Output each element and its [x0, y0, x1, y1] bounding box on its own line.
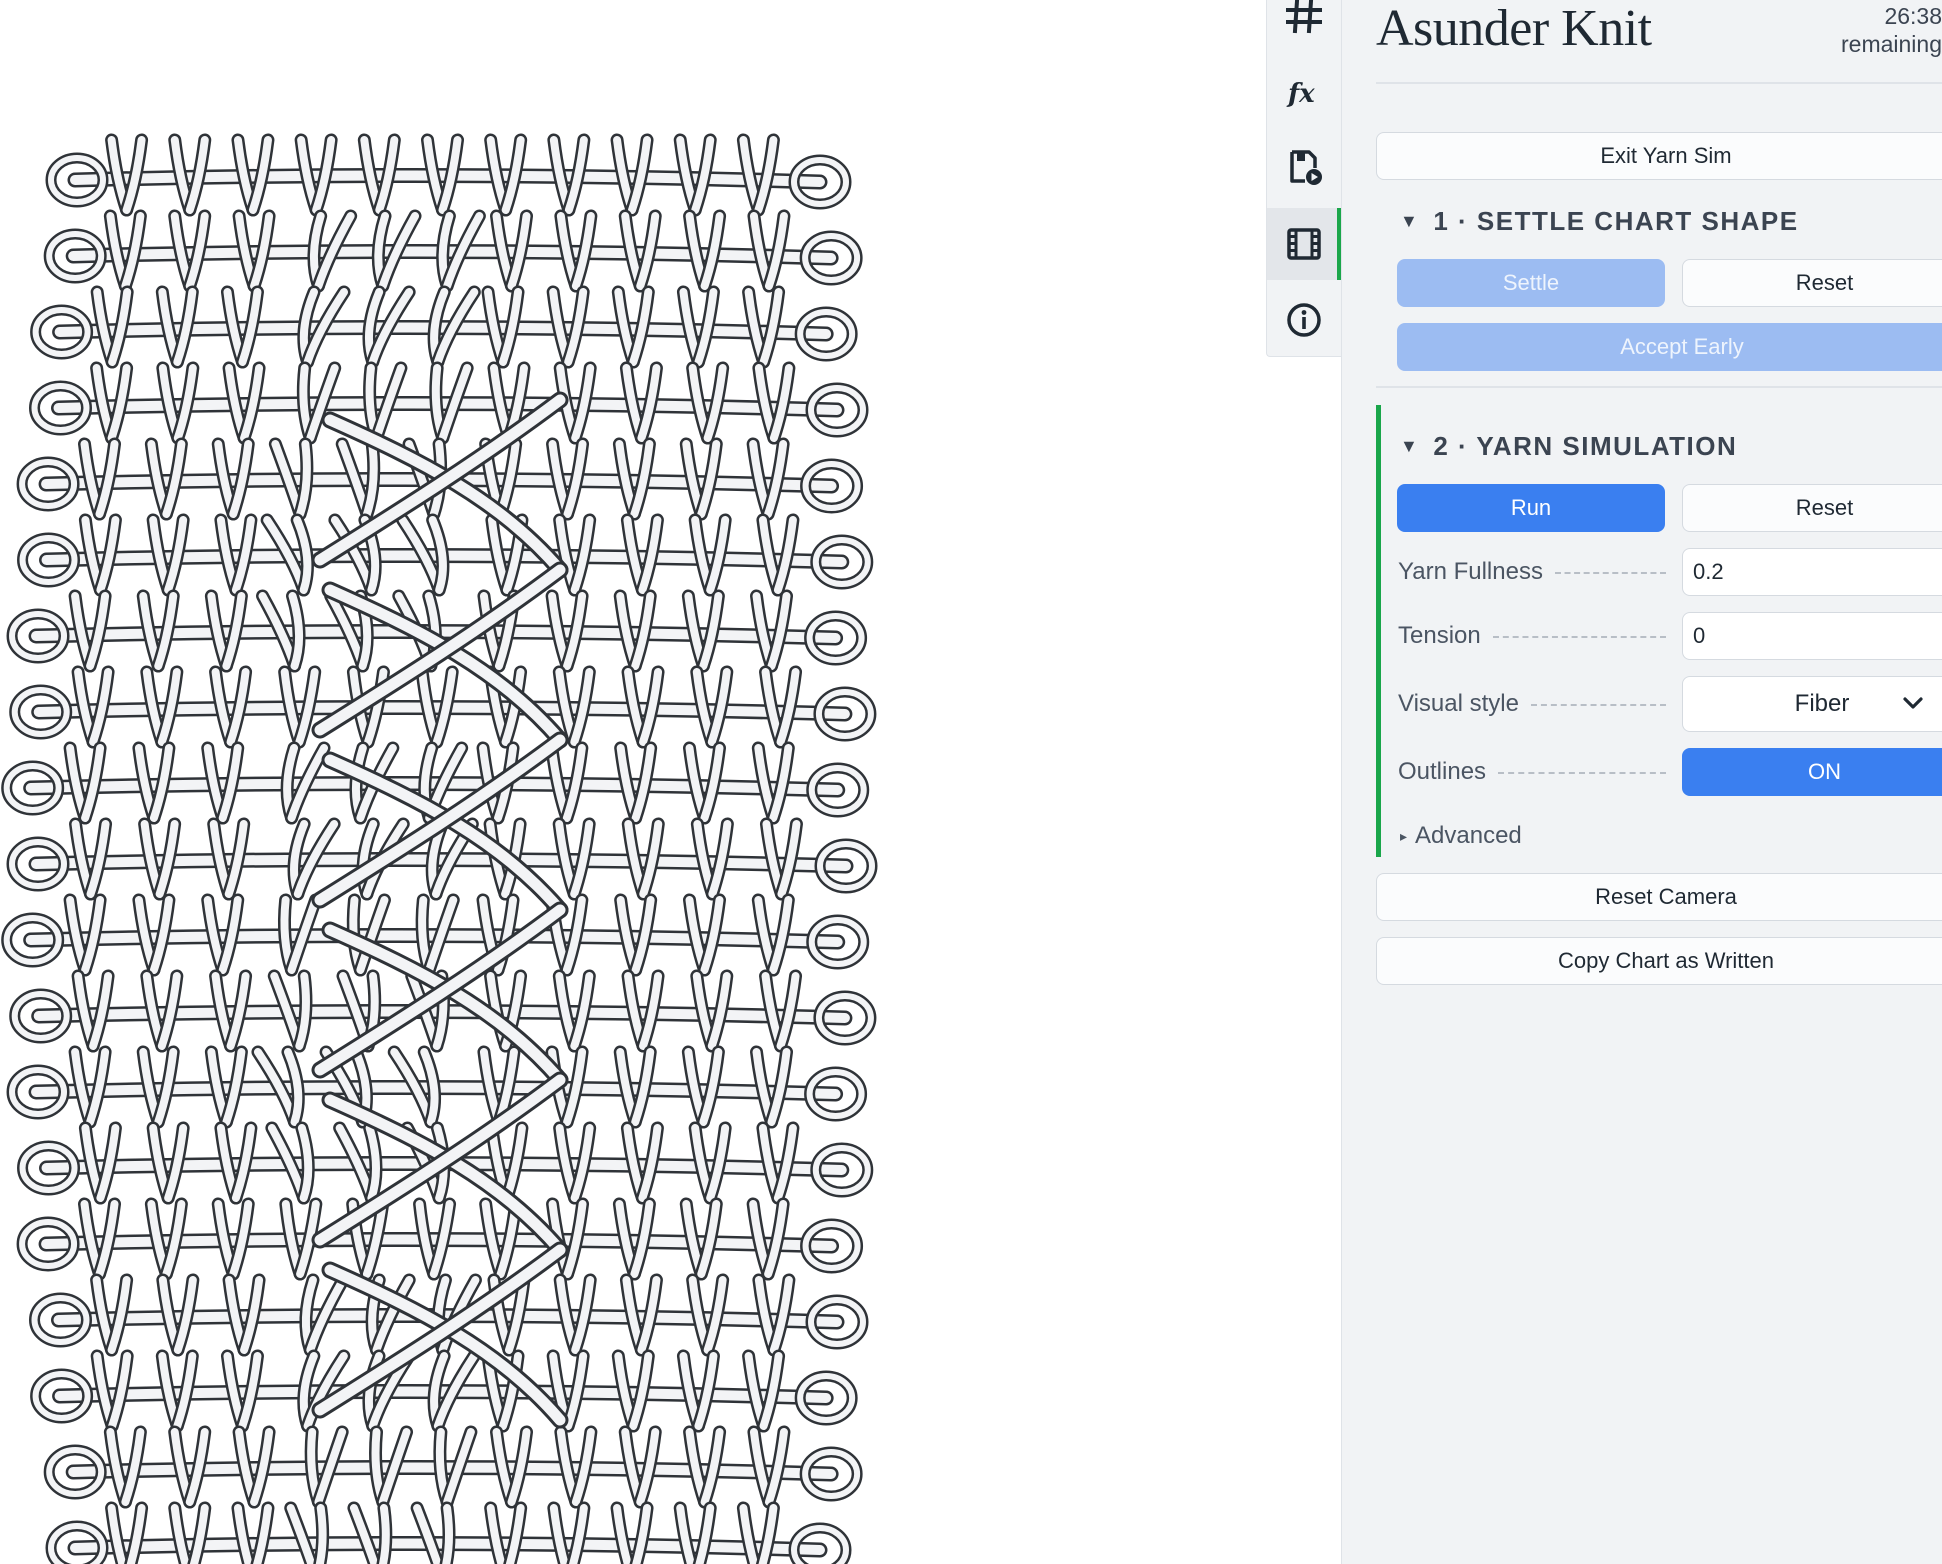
chevron-down-icon — [1903, 697, 1923, 709]
info-tool-button[interactable] — [1267, 284, 1341, 356]
collapse-arrow-icon: ▼ — [1400, 436, 1420, 456]
settle-reset-button[interactable]: Reset — [1682, 259, 1942, 307]
active-section-indicator — [1376, 405, 1381, 857]
svg-text:fx: fx — [1286, 79, 1315, 109]
accept-early-button[interactable]: Accept Early — [1397, 323, 1942, 371]
knit-swatch-render — [1, 133, 878, 1564]
sim-reset-button[interactable]: Reset — [1682, 484, 1942, 532]
outlines-toggle[interactable]: ON — [1682, 748, 1942, 796]
yarn-sim-section-header[interactable]: ▼ 2 · YARN SIMULATION — [1400, 431, 1737, 462]
timer-value: 26:38 — [1884, 3, 1942, 29]
grid-tool-button[interactable] — [1267, 0, 1341, 52]
yarn-fullness-label: Yarn Fullness — [1398, 548, 1666, 596]
tension-input[interactable] — [1682, 612, 1942, 660]
yarn-sim-viewport[interactable] — [0, 0, 1266, 1564]
film-tool-button[interactable] — [1267, 208, 1342, 280]
advanced-label: Advanced — [1415, 822, 1522, 849]
app-title: Asunder Knit — [1376, 0, 1652, 57]
tool-sidebar: fx — [1266, 0, 1342, 357]
function-icon: fx — [1286, 79, 1315, 109]
save-play-icon — [1290, 150, 1322, 185]
timer-label: remaining — [1841, 31, 1942, 57]
copy-chart-button[interactable]: Copy Chart as Written — [1376, 937, 1942, 985]
visual-style-label: Visual style — [1398, 680, 1666, 728]
outlines-label: Outlines — [1398, 748, 1666, 796]
settle-section-title: 1 · SETTLE CHART SHAPE — [1433, 206, 1799, 236]
title-divider — [1376, 82, 1942, 84]
yarn-sim-section-title: 2 · YARN SIMULATION — [1433, 431, 1738, 461]
session-timer: 26:38 remaining — [1841, 2, 1942, 58]
visual-style-value: Fiber — [1794, 690, 1850, 717]
exit-yarn-sim-button[interactable]: Exit Yarn Sim — [1376, 132, 1942, 180]
formula-tool-button[interactable]: fx — [1267, 56, 1341, 128]
reset-camera-button[interactable]: Reset Camera — [1376, 873, 1942, 921]
grid-icon — [1286, 0, 1322, 34]
knit-stitches — [1, 133, 878, 1564]
visual-style-select[interactable]: Fiber — [1682, 676, 1942, 732]
advanced-toggle[interactable]: ▸ Advanced — [1400, 822, 1522, 850]
yarn-fullness-input[interactable] — [1682, 548, 1942, 596]
expand-arrow-icon: ▸ — [1400, 827, 1408, 844]
settle-button[interactable]: Settle — [1397, 259, 1665, 307]
save-replay-tool-button[interactable] — [1267, 131, 1341, 203]
run-button[interactable]: Run — [1397, 484, 1665, 532]
collapse-arrow-icon: ▼ — [1400, 211, 1420, 231]
settle-section-header[interactable]: ▼ 1 · SETTLE CHART SHAPE — [1400, 206, 1799, 237]
section-divider — [1376, 386, 1942, 388]
film-icon — [1287, 228, 1321, 260]
control-panel: Asunder Knit 26:38 remaining Exit Yarn S… — [1341, 0, 1942, 1564]
info-icon — [1287, 303, 1321, 337]
tension-label: Tension — [1398, 612, 1666, 660]
